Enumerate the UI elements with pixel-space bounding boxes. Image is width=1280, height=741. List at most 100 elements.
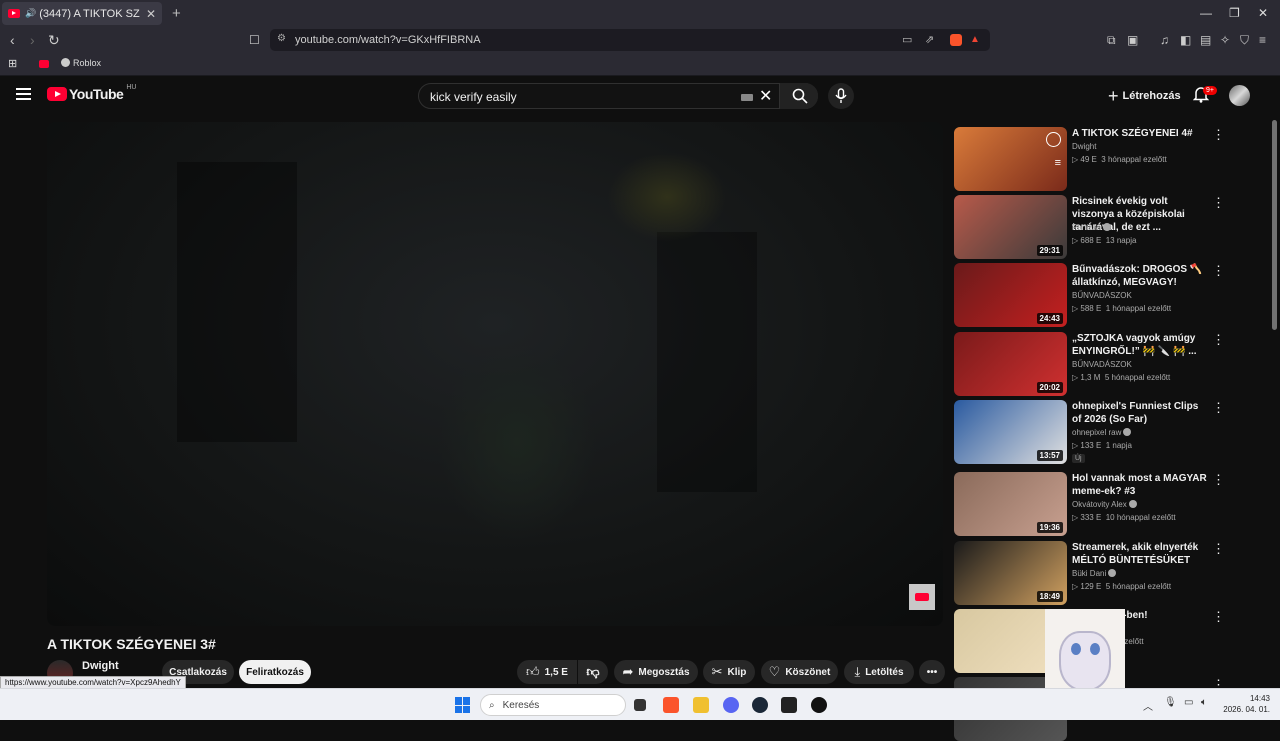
steam-icon[interactable] bbox=[752, 697, 768, 713]
discord-icon[interactable] bbox=[723, 697, 739, 713]
more-options-icon[interactable]: ⋮ bbox=[1212, 195, 1225, 211]
extensions-icon[interactable]: ⧉ bbox=[1107, 31, 1116, 49]
youtube-watermark-icon[interactable] bbox=[909, 584, 935, 610]
video-title[interactable]: Streamerek, akik elnyerték MÉLTÓ BÜNTETÉ… bbox=[1072, 541, 1207, 567]
site-info-icon[interactable]: ⚙ bbox=[277, 33, 286, 44]
reader-icon[interactable]: ▣ bbox=[1127, 31, 1138, 49]
close-tab-icon[interactable]: ✕ bbox=[146, 7, 156, 21]
video-thumbnail[interactable]: 20:02 bbox=[954, 332, 1067, 396]
recommendation-item[interactable]: 24:43 Bűnvadászok: DROGOS 🪓 állatkínzó, M… bbox=[954, 263, 1274, 327]
recommendation-item[interactable]: 29:31 Ricsinek évekig volt viszonya a köz… bbox=[954, 195, 1274, 259]
search-button[interactable] bbox=[779, 83, 818, 109]
brave-shield-icon[interactable] bbox=[950, 34, 962, 46]
cast-icon[interactable]: ▭ bbox=[902, 33, 912, 46]
video-player[interactable] bbox=[47, 122, 943, 626]
page-scrollbar[interactable] bbox=[1272, 120, 1277, 330]
speaker-icon[interactable]: 🔊 bbox=[25, 8, 36, 19]
back-icon[interactable]: ‹ bbox=[10, 31, 15, 49]
recommendation-item[interactable]: 19:36 Hol vannak most a MAGYAR meme-ek? #… bbox=[954, 472, 1274, 536]
share-button[interactable]: ➦ Megosztás bbox=[614, 660, 698, 684]
channel-name[interactable]: Dwight bbox=[1072, 142, 1096, 151]
volume-icon[interactable]: 🔈︎ bbox=[1201, 697, 1207, 708]
more-options-icon[interactable]: ⋮ bbox=[1212, 609, 1225, 625]
video-thumbnail[interactable]: 13:57 bbox=[954, 400, 1067, 464]
more-actions-button[interactable]: ••• bbox=[919, 660, 945, 684]
video-title[interactable]: „SZTOJKA vagyok amúgy ENYINGRŐL!” 🚧 🔪 🚧 … bbox=[1072, 332, 1207, 358]
bookmark-icon[interactable]: ☐ bbox=[249, 31, 260, 49]
microphone-tray-icon[interactable]: 🎙︎ bbox=[1164, 697, 1177, 708]
brave-taskbar-icon[interactable] bbox=[663, 697, 679, 713]
clip-button[interactable]: ✂ Klip bbox=[703, 660, 755, 684]
video-title[interactable]: Hol vannak most a MAGYAR meme-ek? #3 bbox=[1072, 472, 1207, 498]
add-to-queue-icon[interactable]: ≡ bbox=[1055, 157, 1061, 169]
dislike-button[interactable]: 👎︎ bbox=[578, 660, 608, 684]
clear-search-icon[interactable]: ✕ bbox=[759, 86, 772, 106]
voice-search-button[interactable] bbox=[828, 83, 854, 109]
system-clock[interactable]: 14:43 2026. 04. 01. bbox=[1220, 693, 1270, 715]
more-options-icon[interactable]: ⋮ bbox=[1212, 472, 1225, 488]
youtube-logo[interactable]: YouTube HU bbox=[47, 84, 136, 102]
network-icon[interactable]: ▭ bbox=[1184, 697, 1193, 708]
wallet-icon[interactable]: ▤ bbox=[1200, 31, 1211, 49]
thanks-button[interactable]: ♡ Köszönet bbox=[761, 660, 838, 684]
video-thumbnail[interactable]: 24:43 bbox=[954, 263, 1067, 327]
forward-icon[interactable]: › bbox=[30, 31, 35, 49]
task-view-icon[interactable] bbox=[634, 699, 646, 711]
channel-name[interactable]: Partizán bbox=[1072, 223, 1112, 232]
video-thumbnail[interactable]: ≡ bbox=[954, 127, 1067, 191]
app-icon[interactable] bbox=[781, 697, 797, 713]
sidebar-icon[interactable]: ◧ bbox=[1180, 31, 1191, 49]
address-bar[interactable]: ⚙ youtube.com/watch?v=GKxHfFIBRNA ▭ ⇗ ▲ bbox=[270, 29, 990, 51]
windows-start-icon[interactable] bbox=[455, 697, 471, 713]
more-options-icon[interactable]: ⋮ bbox=[1212, 541, 1225, 557]
search-box[interactable]: kick verify easily ✕ bbox=[418, 83, 818, 109]
media-icon[interactable]: ♫ bbox=[1160, 31, 1169, 49]
video-thumbnail[interactable]: 18:49 bbox=[954, 541, 1067, 605]
vpn-icon[interactable]: ⛉ bbox=[1240, 31, 1249, 49]
search-input[interactable]: kick verify easily bbox=[430, 90, 517, 104]
account-avatar[interactable] bbox=[1229, 85, 1250, 106]
leo-icon[interactable]: ✧ bbox=[1220, 31, 1230, 49]
like-button[interactable]: 👍︎ 1,5 E bbox=[517, 660, 577, 684]
subscribe-button[interactable]: Feliratkozás bbox=[239, 660, 311, 684]
file-explorer-icon[interactable] bbox=[693, 697, 709, 713]
channel-name[interactable]: BŰNVADÁSZOK bbox=[1072, 360, 1132, 369]
menu-icon[interactable]: ≡ bbox=[1259, 31, 1266, 49]
tray-chevron-icon[interactable]: ︿ bbox=[1143, 698, 1153, 713]
more-options-icon[interactable]: ⋮ bbox=[1212, 263, 1225, 279]
channel-name[interactable]: Dwight bbox=[82, 660, 119, 672]
create-button[interactable]: + Létrehozás bbox=[1102, 83, 1187, 109]
new-tab-button[interactable]: + bbox=[172, 5, 181, 22]
taskbar-search[interactable]: ⌕ Keresés bbox=[480, 694, 626, 716]
more-options-icon[interactable]: ⋮ bbox=[1212, 400, 1225, 416]
more-options-icon[interactable]: ⋮ bbox=[1212, 127, 1225, 143]
youtube-bookmark-icon[interactable] bbox=[39, 60, 49, 68]
keyboard-icon[interactable] bbox=[741, 94, 753, 101]
more-options-icon[interactable]: ⋮ bbox=[1212, 332, 1225, 348]
apps-grid-icon[interactable]: ⊞ bbox=[8, 57, 17, 70]
channel-name[interactable]: Büki Dani bbox=[1072, 569, 1117, 578]
recommendation-item[interactable]: 20:02 „SZTOJKA vagyok amúgy ENYINGRŐL!” 🚧… bbox=[954, 332, 1274, 396]
video-thumbnail[interactable]: 29:31 bbox=[954, 195, 1067, 259]
share-page-icon[interactable]: ⇗ bbox=[925, 33, 934, 46]
video-title[interactable]: ohnepixel's Funniest Clips of 2026 (So F… bbox=[1072, 400, 1207, 426]
channel-name[interactable]: Okvátovity Alex bbox=[1072, 500, 1137, 509]
channel-name[interactable]: BŰNVADÁSZOK bbox=[1072, 291, 1132, 300]
video-title[interactable]: A TIKTOK SZÉGYENEI 4# bbox=[1072, 127, 1207, 140]
close-window-button[interactable]: ✕ bbox=[1258, 6, 1268, 20]
channel-name[interactable]: ohnepixel raw bbox=[1072, 428, 1132, 437]
browser-tab[interactable]: 🔊 (3447) A TIKTOK SZÉGYENEI 3 ✕ bbox=[2, 2, 162, 25]
recommendation-item[interactable]: ≡ A TIKTOK SZÉGYENEI 4# Dwight ▷ 49 E 3 hón… bbox=[954, 127, 1274, 191]
brave-rewards-icon[interactable]: ▲ bbox=[970, 34, 980, 45]
recommendation-item[interactable]: 18:49 Streamerek, akik elnyerték MÉLTÓ BÜ… bbox=[954, 541, 1274, 605]
video-title[interactable]: Bűnvadászok: DROGOS 🪓 állatkínzó, MEGVAG… bbox=[1072, 263, 1207, 289]
app-record-icon[interactable] bbox=[811, 697, 827, 713]
minimize-button[interactable]: — bbox=[1200, 6, 1212, 20]
restore-button[interactable]: ❐ bbox=[1229, 6, 1240, 20]
watch-later-icon[interactable] bbox=[1046, 132, 1061, 147]
roblox-bookmark[interactable]: Roblox bbox=[61, 58, 101, 68]
video-thumbnail[interactable]: 19:36 bbox=[954, 472, 1067, 536]
download-button[interactable]: ⤓ Letöltés bbox=[844, 660, 914, 684]
reload-icon[interactable]: ↻ bbox=[48, 31, 60, 49]
recommendation-item[interactable]: 13:57 ohnepixel's Funniest Clips of 2026 … bbox=[954, 400, 1274, 464]
